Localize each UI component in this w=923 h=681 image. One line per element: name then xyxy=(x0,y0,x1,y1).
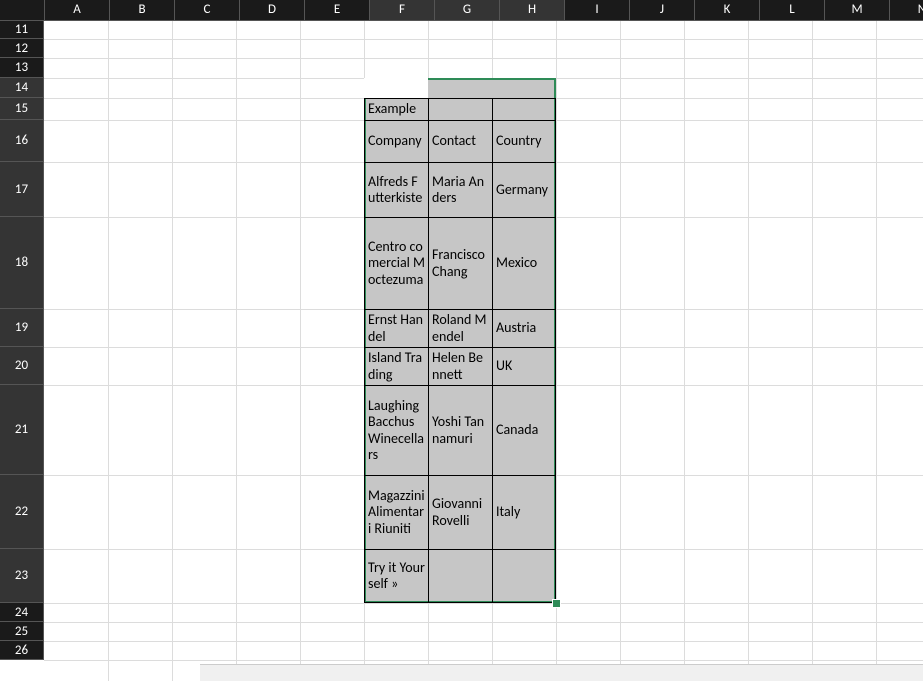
column-header-f[interactable]: F xyxy=(370,0,435,21)
cell-g21[interactable]: Yoshi Tannamuri xyxy=(428,385,492,475)
row-header-13[interactable]: 13 xyxy=(0,58,44,78)
cell-f20[interactable]: Island Trading xyxy=(364,347,428,385)
row-header-19[interactable]: 19 xyxy=(0,309,44,347)
row-header-16[interactable]: 16 xyxy=(0,120,44,162)
row-header-18[interactable]: 18 xyxy=(0,217,44,309)
cell-g18[interactable]: Francisco Chang xyxy=(428,217,492,309)
cell-h18[interactable]: Mexico xyxy=(492,217,556,309)
grid-area[interactable]: ExampleCompanyContactCountry Alfreds Futt… xyxy=(44,20,923,681)
column-header-l[interactable]: L xyxy=(760,0,825,21)
cell-f19[interactable]: Ernst Handel xyxy=(364,309,428,347)
cell-f16[interactable]: Company xyxy=(364,120,428,162)
row-header-14[interactable]: 14 xyxy=(0,78,44,98)
horizontal-scrollbar[interactable] xyxy=(200,664,923,681)
row-header-21[interactable]: 21 xyxy=(0,385,44,475)
row-header-20[interactable]: 20 xyxy=(0,347,44,385)
cell-g17[interactable]: Maria Anders xyxy=(428,162,492,217)
column-header-h[interactable]: H xyxy=(500,0,565,21)
cell-h15[interactable] xyxy=(492,98,556,120)
cell-h20[interactable]: UK xyxy=(492,347,556,385)
cell-g23[interactable] xyxy=(428,549,492,603)
cell-g20[interactable]: Helen Bennett xyxy=(428,347,492,385)
cell-f15[interactable]: Example xyxy=(364,98,428,120)
row-header-22[interactable]: 22 xyxy=(0,475,44,549)
row-header-17[interactable]: 17 xyxy=(0,162,44,217)
cell-f22[interactable]: Magazzini Alimentari Riuniti xyxy=(364,475,428,549)
cell-h23[interactable] xyxy=(492,549,556,603)
cell-f21[interactable]: Laughing Bacchus Winecellars xyxy=(364,385,428,475)
cell-h17[interactable]: Germany xyxy=(492,162,556,217)
column-header-row: ABCDEFGHIJKLMN xyxy=(0,0,923,20)
column-header-n[interactable]: N xyxy=(890,0,923,21)
select-all-corner[interactable] xyxy=(0,0,45,21)
cell-f18[interactable]: Centro comercial Moctezuma xyxy=(364,217,428,309)
spreadsheet-viewport: ABCDEFGHIJKLMN 1112131415161718192021222… xyxy=(0,0,923,681)
column-header-e[interactable]: E xyxy=(305,0,370,21)
column-header-d[interactable]: D xyxy=(240,0,305,21)
cell-h19[interactable]: Austria xyxy=(492,309,556,347)
column-header-k[interactable]: K xyxy=(695,0,760,21)
column-header-i[interactable]: I xyxy=(565,0,630,21)
cell-g19[interactable]: Roland Mendel xyxy=(428,309,492,347)
row-header-23[interactable]: 23 xyxy=(0,549,44,603)
active-cell[interactable] xyxy=(364,78,428,98)
cell-g22[interactable]: Giovanni Rovelli xyxy=(428,475,492,549)
row-header-26[interactable]: 26 xyxy=(0,641,44,660)
column-header-c[interactable]: C xyxy=(175,0,240,21)
column-header-g[interactable]: G xyxy=(435,0,500,21)
cell-g15[interactable] xyxy=(428,98,492,120)
column-header-a[interactable]: A xyxy=(45,0,110,21)
row-header-11[interactable]: 11 xyxy=(0,20,44,39)
row-header-12[interactable]: 12 xyxy=(0,39,44,58)
cell-g16[interactable]: Contact xyxy=(428,120,492,162)
cell-f17[interactable]: Alfreds Futterkiste xyxy=(364,162,428,217)
column-header-j[interactable]: J xyxy=(630,0,695,21)
cell-h21[interactable]: Canada xyxy=(492,385,556,475)
row-header-column: 11121314151617181920212223242526 xyxy=(0,20,44,660)
cell-f23[interactable]: Try it Yourself » xyxy=(364,549,428,603)
column-header-m[interactable]: M xyxy=(825,0,890,21)
row-header-25[interactable]: 25 xyxy=(0,622,44,641)
row-header-15[interactable]: 15 xyxy=(0,98,44,120)
cell-h16[interactable]: Country xyxy=(492,120,556,162)
cell-h22[interactable]: Italy xyxy=(492,475,556,549)
row-header-24[interactable]: 24 xyxy=(0,603,44,622)
column-header-b[interactable]: B xyxy=(110,0,175,21)
